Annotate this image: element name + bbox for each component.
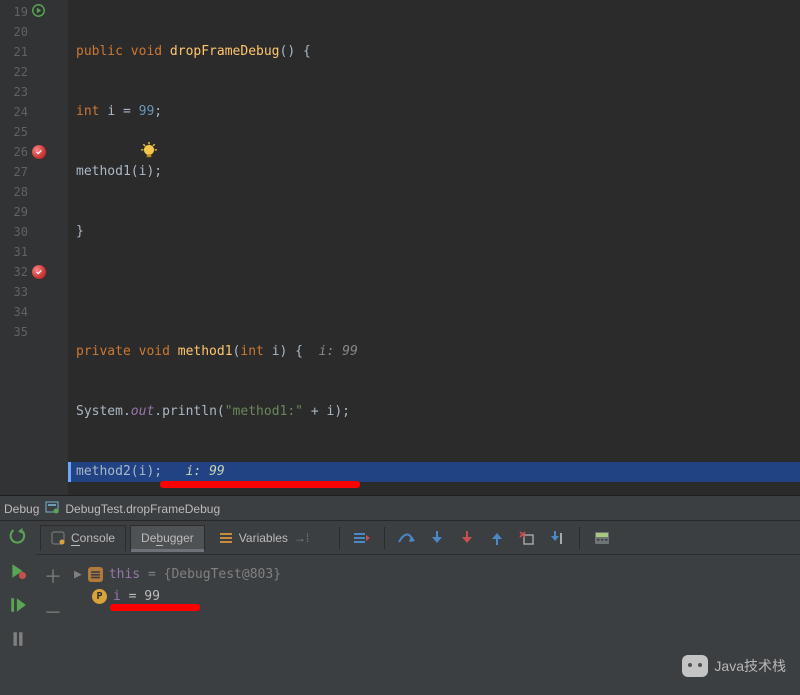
line-number: 29 (0, 205, 28, 219)
step-toolbar (337, 527, 612, 549)
code-line[interactable]: private void method1(int i) { i: 99 (68, 342, 800, 362)
line-number: 32 (0, 265, 28, 279)
debug-tabs: Console Debugger Variables →⁞ (36, 521, 800, 555)
red-underline-annotation (110, 604, 200, 611)
line-number: 35 (0, 325, 28, 339)
line-number: 34 (0, 305, 28, 319)
line-number: 31 (0, 245, 28, 259)
code-line[interactable]: System.out.println("method1:" + i); (68, 402, 800, 422)
code-line[interactable]: int i = 99; (68, 102, 800, 122)
debug-breadcrumb[interactable]: DebugTest.dropFrameDebug (65, 502, 220, 516)
breakpoint-icon[interactable] (32, 145, 46, 159)
variables-toolbar: ＋ － (36, 555, 70, 695)
code-line-execution[interactable]: method2(i); i: 99 (68, 462, 800, 482)
line-number: 20 (0, 25, 28, 39)
code-line[interactable]: } (68, 222, 800, 242)
line-number: 19 (0, 5, 28, 19)
step-into-button[interactable] (427, 528, 447, 548)
resume-button[interactable] (8, 595, 28, 615)
line-number: 33 (0, 285, 28, 299)
line-number: 27 (0, 165, 28, 179)
separator (339, 527, 340, 549)
tab-console[interactable]: Console (40, 525, 126, 551)
add-watch-button[interactable]: ＋ (44, 563, 62, 589)
run-to-cursor-button[interactable] (547, 528, 567, 548)
intention-bulb-icon[interactable] (140, 142, 158, 160)
editor-gutter[interactable]: 19 20 21 22 23 24 25 26 27 28 29 30 31 3… (0, 0, 68, 495)
resume-with-breakpoint-button[interactable] (8, 561, 28, 581)
wechat-icon (682, 655, 708, 677)
red-underline-annotation (160, 481, 360, 488)
stackframe-icon (45, 500, 59, 517)
variable-row[interactable]: ▶ this = {DebugTest@803} (74, 563, 796, 585)
inline-hint: i: 99 (162, 462, 225, 482)
debug-panel: Console Debugger Variables →⁞ (0, 521, 800, 695)
code-area[interactable]: public void dropFrameDebug() { int i = 9… (68, 0, 800, 495)
variable-row[interactable]: P i = 99 (74, 585, 796, 607)
drop-frame-button[interactable] (517, 528, 537, 548)
show-execution-point-button[interactable] (352, 528, 372, 548)
line-number: 30 (0, 225, 28, 239)
line-number: 24 (0, 105, 28, 119)
code-editor[interactable]: 19 20 21 22 23 24 25 26 27 28 29 30 31 3… (0, 0, 800, 495)
debug-label: Debug (4, 502, 39, 516)
step-over-button[interactable] (397, 528, 417, 548)
code-line[interactable] (68, 282, 800, 302)
pause-button[interactable] (8, 629, 28, 649)
inline-hint: i: 99 (303, 342, 358, 362)
breakpoint-icon[interactable] (32, 265, 46, 279)
tab-debugger[interactable]: Debugger (130, 525, 205, 551)
separator (579, 527, 580, 549)
separator (384, 527, 385, 549)
line-number: 21 (0, 45, 28, 59)
debug-run-toolbar (0, 521, 36, 695)
line-number: 23 (0, 85, 28, 99)
evaluate-expression-button[interactable] (592, 528, 612, 548)
expand-arrow-icon[interactable]: ▶ (74, 567, 82, 582)
line-number: 26 (0, 145, 28, 159)
rerun-button[interactable] (8, 527, 28, 547)
run-gutter-icon[interactable] (32, 4, 45, 21)
code-line[interactable]: method1(i); (68, 162, 800, 182)
line-number: 22 (0, 65, 28, 79)
force-step-into-button[interactable] (457, 528, 477, 548)
code-line[interactable]: public void dropFrameDebug() { (68, 42, 800, 62)
debug-toolwindow-header[interactable]: Debug DebugTest.dropFrameDebug (0, 497, 800, 521)
watermark: Java技术栈 (682, 655, 786, 677)
line-number: 25 (0, 125, 28, 139)
remove-watch-button[interactable]: － (44, 599, 62, 625)
execution-marker (68, 462, 71, 482)
line-number: 28 (0, 185, 28, 199)
tab-variables[interactable]: Variables →⁞ (209, 525, 319, 551)
primitive-badge-icon: P (92, 589, 107, 604)
step-out-button[interactable] (487, 528, 507, 548)
object-badge-icon (88, 567, 103, 582)
